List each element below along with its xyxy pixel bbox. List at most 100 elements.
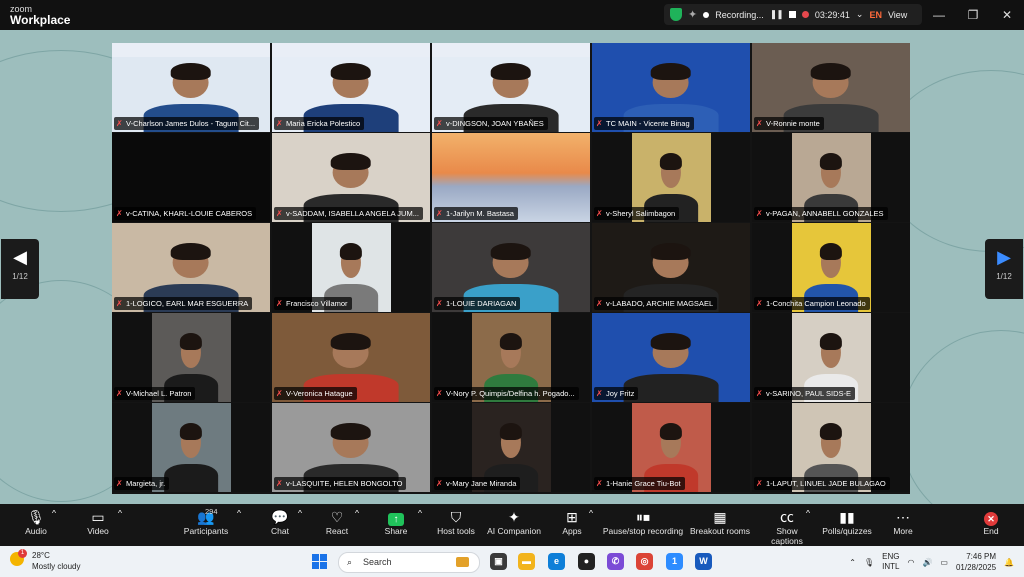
- audio-label: Audio: [25, 526, 47, 536]
- participant-name: V-Veronica Hatague: [286, 389, 353, 398]
- shield-icon: ⛉: [450, 509, 462, 525]
- chat-button[interactable]: 💬 Chat: [266, 508, 294, 536]
- polls-quizzes-button[interactable]: ▮▮ Polls/quizzes: [822, 508, 872, 536]
- bar-chart-icon: ▮▮: [839, 509, 855, 525]
- participants-options-caret[interactable]: ^: [237, 508, 241, 518]
- mic-muted-icon: ✗: [116, 119, 123, 128]
- mic-muted-icon: ✗: [756, 389, 763, 398]
- participant-nameplate: ✗ 1-Jarilyn M. Bastasa: [434, 207, 518, 220]
- pause-stop-recording-button[interactable]: ⏸⏹ Pause/stop recording: [602, 508, 684, 536]
- participant-nameplate: ✗ v-SARINO, PAUL SIDS-E: [754, 387, 856, 400]
- ai-companion-button[interactable]: ✦ AI Companion: [486, 508, 542, 536]
- end-meeting-button[interactable]: ✕ End: [976, 508, 1006, 536]
- participant-tile[interactable]: ✗ v-SADDAM, ISABELLA ANGELA JUM...: [272, 133, 430, 222]
- participants-button[interactable]: 👥 294 Participants: [182, 507, 230, 536]
- participant-tile[interactable]: ✗ v-CATINA, KHARL-LOUIE CABEROS: [112, 133, 270, 222]
- participant-tile[interactable]: ✗ V-Michael L. Patron: [112, 313, 270, 402]
- participant-tile[interactable]: ✗ Francisco Villamor: [272, 223, 430, 312]
- wifi-icon[interactable]: ◠: [907, 558, 914, 567]
- ai-sparkle-icon[interactable]: ✦: [688, 8, 697, 21]
- task-view-icon[interactable]: ▣: [490, 553, 507, 570]
- next-page-button[interactable]: ▶ 1/12: [985, 239, 1023, 299]
- participant-tile[interactable]: ✗ v-Mary Jane Miranda: [432, 403, 590, 492]
- word-icon[interactable]: W: [695, 553, 712, 570]
- apps-options-caret[interactable]: ^: [589, 508, 593, 518]
- participant-tile[interactable]: ✗ v-LABADO, ARCHIE MAGSAEL: [592, 223, 750, 312]
- mic-muted-icon: ✗: [276, 479, 283, 488]
- participant-nameplate: ✗ Francisco Villamor: [274, 297, 352, 310]
- volume-icon[interactable]: 🔊: [922, 558, 932, 567]
- participant-tile[interactable]: ✗ V-Veronica Hatague: [272, 313, 430, 402]
- participant-tile[interactable]: ✗ V-Ronnie monte: [752, 43, 910, 132]
- dell-icon[interactable]: ●: [578, 553, 595, 570]
- background-pattern: [900, 330, 1024, 504]
- mic-muted-icon: ✗: [596, 389, 603, 398]
- participant-nameplate: ✗ TC MAIN - Vicente Binag: [594, 117, 694, 130]
- participant-tile[interactable]: ✗ TC MAIN - Vicente Binag: [592, 43, 750, 132]
- share-button[interactable]: ↑ Share: [382, 508, 410, 536]
- participant-nameplate: ✗ V-Charlson James Dulos - Tagum Cit...: [114, 117, 260, 130]
- audio-options-caret[interactable]: ^: [52, 508, 56, 518]
- share-options-caret[interactable]: ^: [418, 508, 422, 518]
- notification-bell-icon[interactable]: 🔔: [1004, 558, 1014, 567]
- file-explorer-icon[interactable]: ▬: [518, 553, 535, 570]
- video-button[interactable]: ▭ Video: [84, 508, 112, 536]
- stop-icon[interactable]: [788, 11, 796, 18]
- input-language[interactable]: ENG INTL: [882, 552, 899, 572]
- chevron-up-icon[interactable]: ⌃: [849, 558, 856, 567]
- participant-tile[interactable]: ✗ v-SARINO, PAUL SIDS-E: [752, 313, 910, 402]
- restore-icon[interactable]: ❐: [956, 0, 990, 30]
- participant-tile[interactable]: ✗ V-Charlson James Dulos - Tagum Cit...: [112, 43, 270, 132]
- windows-start-icon[interactable]: [312, 554, 327, 569]
- react-options-caret[interactable]: ^: [355, 508, 359, 518]
- chevron-down-icon[interactable]: ⌄: [856, 9, 864, 20]
- chrome-icon[interactable]: ◎: [636, 553, 653, 570]
- captions-options-caret[interactable]: ^: [806, 508, 810, 518]
- search-highlight-icon: [456, 557, 469, 567]
- participant-tile[interactable]: ✗ 1-Conchita Campion Leonado: [752, 223, 910, 312]
- minimize-icon[interactable]: —: [922, 0, 956, 30]
- participant-name: v-SADDAM, ISABELLA ANGELA JUM...: [286, 209, 419, 218]
- close-icon[interactable]: ✕: [990, 0, 1024, 30]
- participant-name: v-PAGAN, ANNABELL GONZALES: [766, 209, 884, 218]
- battery-icon[interactable]: ▭: [940, 558, 948, 567]
- shield-icon[interactable]: [670, 8, 682, 21]
- participant-tile[interactable]: ✗ Joy Fritz: [592, 313, 750, 402]
- mic-muted-icon: ✗: [596, 209, 603, 218]
- edge-icon[interactable]: e: [548, 553, 565, 570]
- search-placeholder: Search: [363, 557, 392, 567]
- participant-tile[interactable]: ✗ 1-LAPUT, LINUEL JADE BULAGAO: [752, 403, 910, 492]
- breakout-rooms-button[interactable]: ▦ Breakout rooms: [690, 508, 750, 536]
- participant-tile[interactable]: ✗ v-DINGSON, JOAN YBAÑES: [432, 43, 590, 132]
- react-button[interactable]: ♡ React: [323, 508, 351, 536]
- participant-tile[interactable]: ✗ V-Nory P. Quimpis/Delfina h. Pogado...: [432, 313, 590, 402]
- participant-tile[interactable]: ✗ v-LASQUITE, HELEN BONGOLTO: [272, 403, 430, 492]
- participant-tile[interactable]: ✗ Margieta, jr.: [112, 403, 270, 492]
- participant-tile[interactable]: ✗ 1-LOUIE DARIAGAN: [432, 223, 590, 312]
- system-clock[interactable]: 7:46 PM 01/28/2025: [956, 551, 996, 573]
- apps-button[interactable]: ⊞ Apps: [558, 508, 586, 536]
- view-button[interactable]: View: [888, 10, 907, 20]
- host-tools-button[interactable]: ⛉ Host tools: [434, 508, 478, 536]
- language-indicator[interactable]: EN: [869, 10, 882, 20]
- chat-options-caret[interactable]: ^: [298, 508, 302, 518]
- video-options-caret[interactable]: ^: [118, 508, 122, 518]
- microphone-tray-icon[interactable]: 🎙: [864, 558, 874, 567]
- more-button[interactable]: ⋯ More: [888, 508, 918, 536]
- viber-icon[interactable]: ✆: [607, 553, 624, 570]
- pause-icon[interactable]: ❚❚: [770, 9, 784, 20]
- participant-tile[interactable]: ✗ 1-Hanie Grace Tiu-Bot: [592, 403, 750, 492]
- previous-page-button[interactable]: ◀ 1/12: [1, 239, 39, 299]
- participant-tile[interactable]: ✗ v-Sheryl Salimbagon: [592, 133, 750, 222]
- participant-name: V-Michael L. Patron: [126, 389, 192, 398]
- participant-nameplate: ✗ v-CATINA, KHARL-LOUIE CABEROS: [114, 207, 257, 220]
- taskbar-search[interactable]: ⌕ Search: [338, 552, 480, 573]
- participant-nameplate: ✗ v-DINGSON, JOAN YBAÑES: [434, 117, 548, 130]
- zoom-taskbar-icon[interactable]: 1: [666, 553, 683, 570]
- participant-tile[interactable]: ✗ v-PAGAN, ANNABELL GONZALES: [752, 133, 910, 222]
- participant-tile[interactable]: ✗ 1-LOGICO, EARL MAR ESGUERRA: [112, 223, 270, 312]
- audio-button[interactable]: 🎙 Audio: [22, 508, 50, 536]
- participant-tile[interactable]: ✗ 1-Jarilyn M. Bastasa: [432, 133, 590, 222]
- weather-widget[interactable]: 1 28°C Mostly cloudy: [10, 549, 80, 572]
- participant-tile[interactable]: ✗ Maria Ericka Polestico: [272, 43, 430, 132]
